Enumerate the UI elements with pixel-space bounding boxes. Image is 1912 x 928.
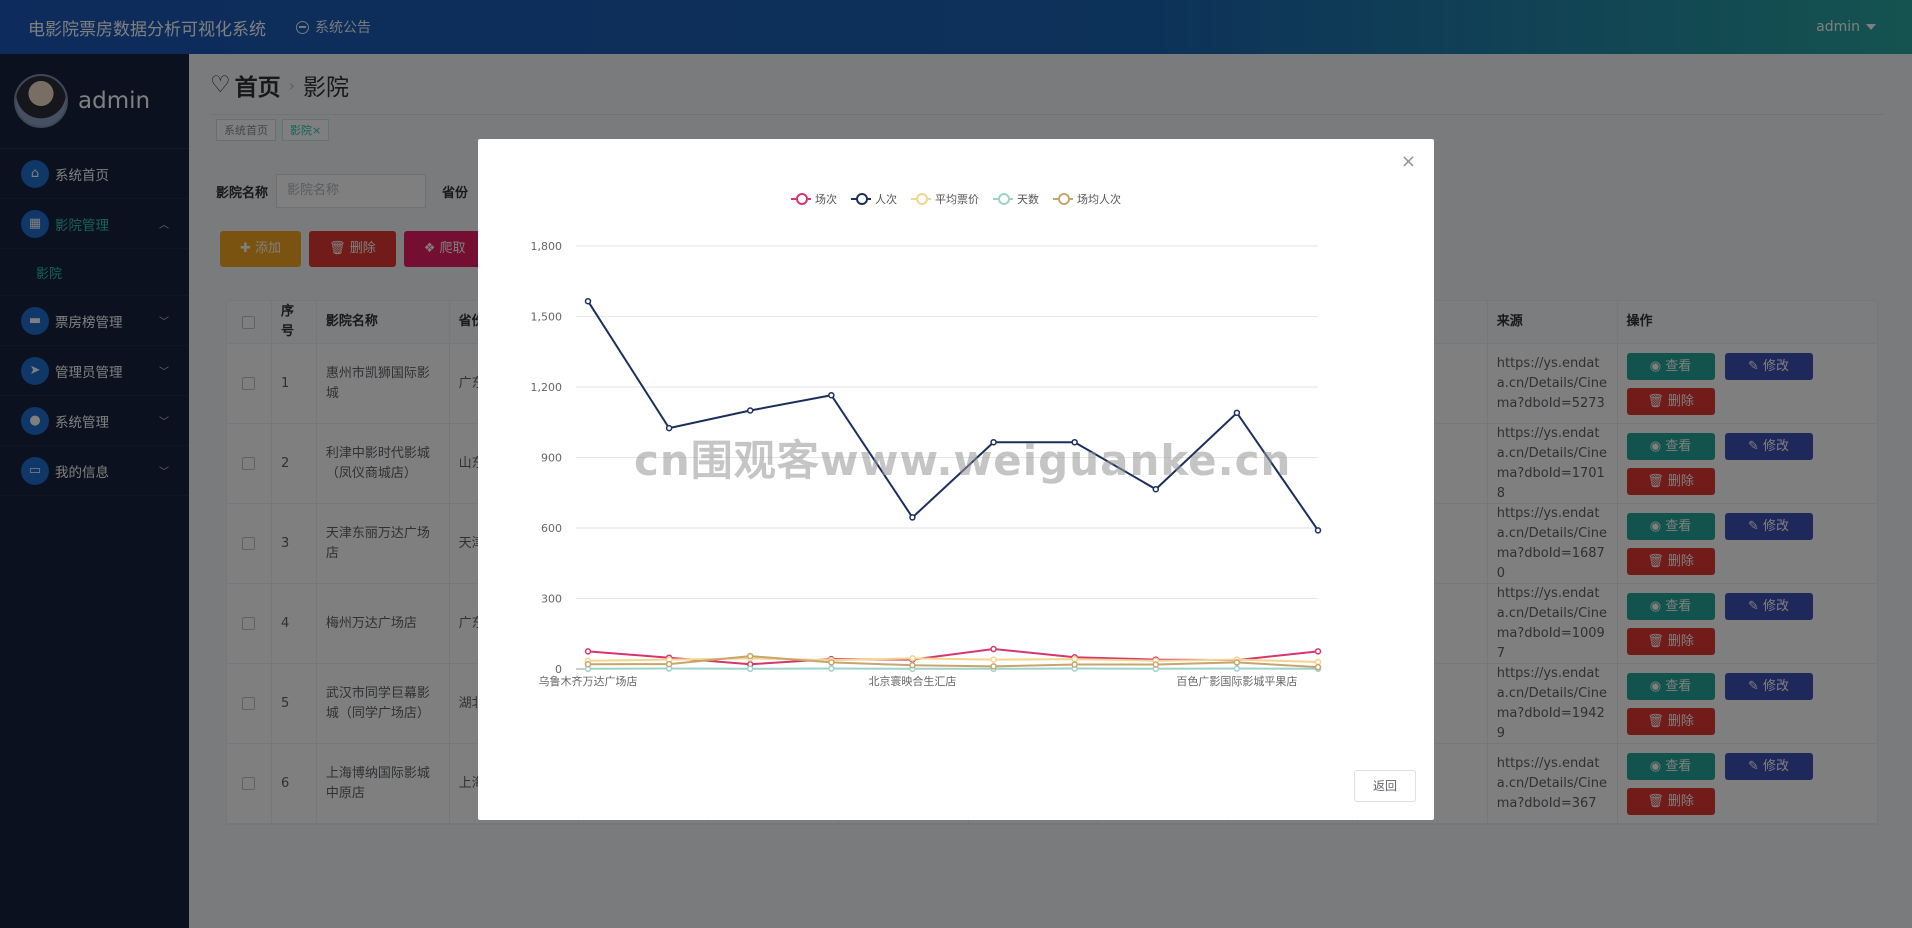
data-point[interactable] <box>1233 659 1241 666</box>
y-tick-label: 1,800 <box>531 240 563 253</box>
y-tick-label: 300 <box>541 593 562 606</box>
data-point[interactable] <box>909 655 916 662</box>
data-point[interactable] <box>828 391 835 399</box>
back-button[interactable]: 返回 <box>1354 770 1416 802</box>
data-point[interactable] <box>1071 655 1078 663</box>
data-point[interactable] <box>746 652 754 660</box>
data-point[interactable] <box>990 663 997 670</box>
data-point[interactable] <box>584 297 592 305</box>
x-tick-label: 乌鲁木齐万达广场店 <box>539 674 638 688</box>
data-point[interactable] <box>665 660 673 668</box>
y-tick-label: 900 <box>541 452 562 465</box>
y-tick-label: 1,500 <box>531 311 563 324</box>
data-point[interactable] <box>746 407 754 414</box>
data-point[interactable] <box>828 659 835 666</box>
data-point[interactable] <box>1314 527 1322 534</box>
data-point[interactable] <box>1233 665 1241 672</box>
data-point[interactable] <box>1314 648 1322 655</box>
data-point[interactable] <box>909 661 916 669</box>
x-tick-label: 北京寰映合生汇店 <box>868 674 956 688</box>
y-tick-label: 1,200 <box>531 381 563 394</box>
data-point[interactable] <box>584 661 592 668</box>
data-point[interactable] <box>1233 409 1241 417</box>
data-point[interactable] <box>990 645 997 653</box>
watermark: cn围观客www.weiguanke.cn <box>634 436 1292 485</box>
series-line <box>587 300 1319 531</box>
data-point[interactable] <box>1071 661 1078 668</box>
data-point[interactable] <box>909 514 916 521</box>
data-point[interactable] <box>1152 661 1160 668</box>
data-point[interactable] <box>990 656 997 663</box>
series-line <box>587 655 1319 669</box>
x-tick-label: 百色广影国际影城平果店 <box>1176 674 1297 688</box>
data-point[interactable] <box>746 665 754 673</box>
data-point[interactable] <box>1314 663 1322 671</box>
data-point[interactable] <box>1314 658 1322 666</box>
data-point[interactable] <box>828 665 835 672</box>
data-point[interactable] <box>584 648 592 655</box>
y-tick-label: 600 <box>541 522 562 535</box>
